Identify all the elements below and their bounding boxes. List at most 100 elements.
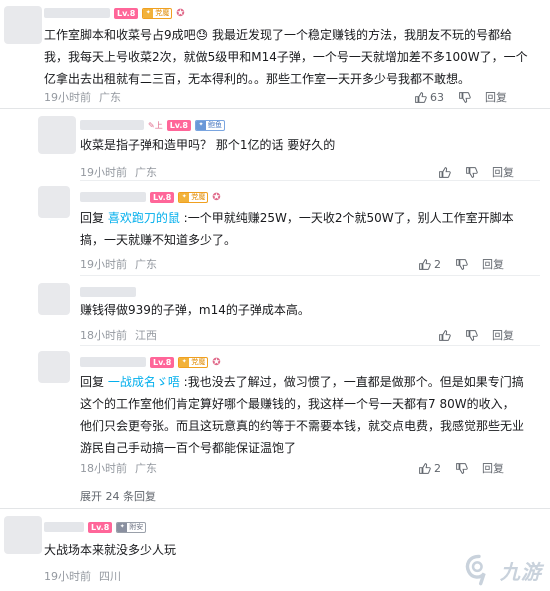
comment-meta: 19小时前 广东 (80, 256, 157, 272)
like-button[interactable]: 63 (414, 91, 444, 104)
comment-location: 广东 (135, 166, 157, 179)
medal-icon: ✦ (179, 357, 190, 367)
thumbs-down-icon (466, 166, 478, 178)
comment-meta: 18小时前 江西 (80, 327, 157, 343)
like-button[interactable]: 2 (418, 258, 441, 271)
username-row: Lv.8 ✦ 附安 (44, 520, 147, 534)
comment-actions: 回复 (438, 164, 514, 180)
reply-button[interactable]: 回复 (492, 164, 514, 180)
username-row (80, 285, 136, 299)
comment-text: 大战场本来就没多少人玩 (44, 543, 177, 557)
avatar[interactable] (38, 186, 70, 218)
comment-2: ✎上 Lv.8 ✦ 鲍鱼 收菜是指子弹和造甲吗？ 那个1亿的话 要好久的 19小时… (0, 108, 550, 180)
thumbs-up-icon (415, 91, 427, 103)
like-count: 2 (434, 461, 441, 475)
like-count: 2 (434, 257, 441, 271)
reply-button[interactable]: 回复 (485, 89, 507, 105)
emblem-icon: ✪ (212, 356, 221, 368)
like-count: 63 (430, 90, 444, 104)
comment-3: Lv.8 ✦ 党魔 ✪ 回复 喜欢跑刀的鼠 :一个甲就纯赚25W，一天收2个就50… (0, 180, 550, 275)
comment-text: 回复 喜欢跑刀的鼠 :一个甲就纯赚25W，一天收2个就50W了，别人工作室开脚本… (80, 207, 525, 251)
fan-medal[interactable]: ✦ 党魔 (178, 356, 209, 368)
medal-icon: ✦ (179, 192, 190, 202)
dislike-button[interactable] (465, 329, 478, 342)
level-badge: Lv.8 (150, 356, 175, 368)
comment-meta: 18小时前 广东 (80, 460, 157, 476)
comment-location: 四川 (99, 570, 121, 583)
thumbs-up-icon (419, 258, 431, 270)
reply-button[interactable]: 回复 (482, 256, 504, 272)
comment-time: 19小时前 (80, 258, 127, 271)
avatar[interactable] (38, 351, 70, 383)
username[interactable] (80, 287, 136, 297)
username[interactable] (44, 8, 110, 18)
comment-text: 收菜是指子弹和造甲吗？ 那个1亿的话 要好久的 (80, 138, 336, 152)
thumbs-down-icon (466, 329, 478, 341)
comment-1: Lv.8 ✦ 党魔 ✪ 工作室脚本和收菜号占9成吧😓 我最近发现了一个稳定赚钱的方… (0, 0, 550, 108)
comment-location: 广东 (135, 462, 157, 475)
fan-medal[interactable]: ✦ 党魔 (142, 7, 173, 19)
avatar[interactable] (38, 283, 70, 315)
reply-mention-link[interactable]: 一战成名ゞ唔 (108, 375, 180, 389)
medal-icon: ✦ (117, 522, 128, 532)
thumbs-down-icon (456, 462, 468, 474)
dislike-button[interactable] (455, 258, 468, 271)
username-row: Lv.8 ✦ 党魔 ✪ (44, 6, 185, 20)
watermark-text: 九游 (500, 559, 542, 584)
thumbs-up-icon (439, 166, 451, 178)
dislike-button[interactable] (465, 166, 478, 179)
thumbs-down-icon (456, 258, 468, 270)
username-row: Lv.8 ✦ 党魔 ✪ (80, 190, 221, 204)
fan-medal[interactable]: ✦ 附安 (116, 521, 147, 533)
avatar[interactable] (4, 516, 42, 554)
comment-time: 19小时前 (44, 91, 91, 104)
comment-actions: 2 回复 (418, 256, 504, 272)
reply-mention-link[interactable]: 喜欢跑刀的鼠 (108, 211, 180, 225)
medal-icon: ✦ (143, 8, 154, 18)
comment-meta: 19小时前 广东 (80, 164, 157, 180)
comment-meta: 19小时前 四川 (44, 568, 121, 584)
level-badge: Lv.8 (150, 191, 175, 203)
level-badge: Lv.8 (88, 521, 113, 533)
reply-prefix: 回复 (80, 375, 108, 389)
watermark: 九游 (462, 553, 542, 587)
fan-medal[interactable]: ✦ 鲍鱼 (194, 119, 225, 131)
avatar[interactable] (38, 116, 76, 154)
comment-actions: 2 回复 (418, 460, 504, 476)
dislike-button[interactable] (458, 91, 471, 104)
username-row: ✎上 Lv.8 ✦ 鲍鱼 (80, 118, 225, 132)
like-button[interactable] (438, 329, 451, 342)
reply-button[interactable]: 回复 (482, 460, 504, 476)
emblem-icon: ✪ (212, 191, 221, 203)
level-badge: Lv.8 (114, 7, 139, 19)
thumbs-down-icon (459, 91, 471, 103)
reply-button[interactable]: 回复 (492, 327, 514, 343)
fan-medal[interactable]: ✦ 党魔 (178, 191, 209, 203)
comment-actions: 63 回复 (414, 89, 507, 105)
username-row: Lv.8 ✦ 党魔 ✪ (80, 355, 221, 369)
username[interactable] (80, 357, 146, 367)
username[interactable] (80, 120, 144, 130)
comment-location: 广东 (135, 258, 157, 271)
comment-time: 18小时前 (80, 462, 127, 475)
dislike-button[interactable] (455, 462, 468, 475)
username[interactable] (80, 192, 146, 202)
comment-text: 回复 一战成名ゞ唔 :我也没去了解过，做习惯了，一直都是做那个。但是如果专门搞这… (80, 371, 525, 459)
comment-5: Lv.8 ✦ 党魔 ✪ 回复 一战成名ゞ唔 :我也没去了解过，做习惯了，一直都是做… (0, 345, 550, 480)
username[interactable] (44, 522, 84, 532)
comment-location: 广东 (99, 91, 121, 104)
comment-location: 江西 (135, 329, 157, 342)
level-badge: Lv.8 (166, 119, 191, 131)
comment-time: 19小时前 (44, 570, 91, 583)
thumbs-up-icon (439, 329, 451, 341)
emblem-icon: ✪ (176, 7, 185, 19)
like-button[interactable] (438, 166, 451, 179)
nine-game-logo-icon (465, 554, 486, 586)
comment-text: 赚钱得做939的子弹，m14的子弹成本高。 (80, 303, 310, 317)
thumbs-up-icon (419, 462, 431, 474)
avatar[interactable] (4, 6, 42, 44)
expand-replies-button[interactable]: 展开 24 条回复 (80, 488, 156, 504)
like-button[interactable]: 2 (418, 462, 441, 475)
comment-4: 赚钱得做939的子弹，m14的子弹成本高。 18小时前 江西 回复 (0, 275, 550, 345)
comment-text: 工作室脚本和收菜号占9成吧😓 我最近发现了一个稳定赚钱的方法，我朋友不玩的号都给… (44, 28, 528, 86)
